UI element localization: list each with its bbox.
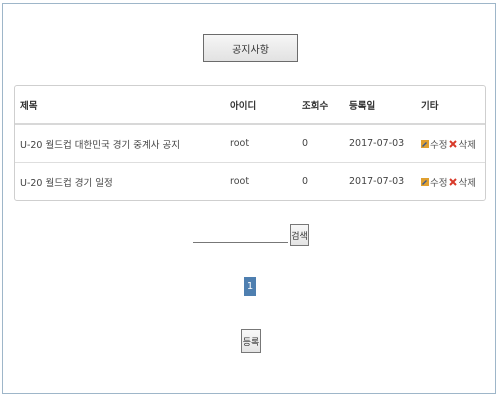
search-input[interactable] <box>193 228 288 243</box>
column-header-date: 등록일 <box>349 100 376 112</box>
search-button[interactable]: 검색 <box>290 224 309 246</box>
notice-table: 제목 아이디 조회수 등록일 기타 U-20 월드컵 대한민국 경기 중계사 공… <box>14 85 486 201</box>
pagination-page-1[interactable]: 1 <box>244 277 256 296</box>
column-header-views: 조회수 <box>302 100 329 112</box>
pencil-icon <box>421 139 429 148</box>
row-view-count: 0 <box>302 176 309 187</box>
delete-link[interactable]: 삭제 <box>449 175 476 189</box>
edit-link[interactable]: 수정 <box>421 137 447 151</box>
edit-label: 수정 <box>430 177 448 189</box>
row-title-link[interactable]: U-20 월드컵 경기 일정 <box>20 163 113 200</box>
table-row: U-20 월드컵 경기 일정 root 0 2017-07-03 수정 삭제 <box>15 163 485 200</box>
column-header-id: 아이디 <box>230 100 257 112</box>
edit-label: 수정 <box>430 139 448 151</box>
delete-link[interactable]: 삭제 <box>449 137 476 151</box>
row-view-count: 0 <box>302 138 309 149</box>
table-header-row: 제목 아이디 조회수 등록일 기타 <box>15 86 485 125</box>
row-date: 2017-07-03 <box>349 176 405 187</box>
table-row: U-20 월드컵 대한민국 경기 중계사 공지 root 0 2017-07-0… <box>15 125 485 163</box>
row-author-id: root <box>230 138 250 149</box>
delete-label: 삭제 <box>458 139 476 151</box>
delete-label: 삭제 <box>458 177 476 189</box>
pencil-icon <box>421 177 429 186</box>
row-author-id: root <box>230 176 250 187</box>
column-header-etc: 기타 <box>421 100 439 112</box>
register-button[interactable]: 등록 <box>241 329 261 353</box>
column-header-title: 제목 <box>20 100 38 112</box>
x-icon <box>449 139 458 148</box>
notice-title-button[interactable]: 공지사항 <box>203 34 298 62</box>
x-icon <box>449 177 458 186</box>
row-title-link[interactable]: U-20 월드컵 대한민국 경기 중계사 공지 <box>20 125 180 162</box>
row-actions: 수정 삭제 <box>421 125 476 162</box>
row-actions: 수정 삭제 <box>421 163 476 200</box>
edit-link[interactable]: 수정 <box>421 175 447 189</box>
row-date: 2017-07-03 <box>349 138 405 149</box>
